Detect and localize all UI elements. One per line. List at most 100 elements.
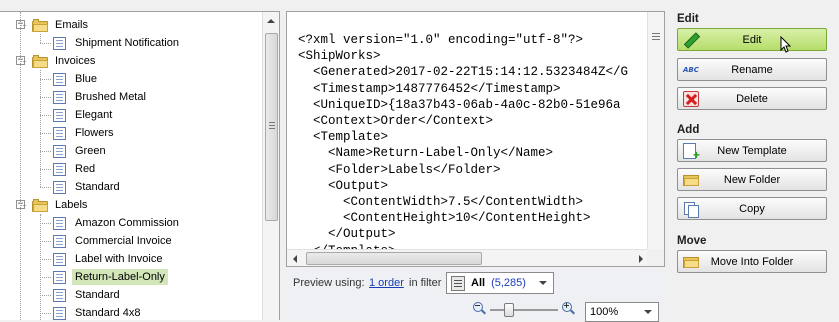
- tree-item-label: Standard: [75, 289, 120, 301]
- zoom-level-dropdown[interactable]: 100%: [585, 302, 659, 322]
- xml-line: <Template>: [298, 130, 389, 145]
- document-icon: [53, 144, 66, 158]
- document-icon: [53, 72, 66, 86]
- filter-count: (5,285): [491, 277, 526, 289]
- tree-template-item[interactable]: Blue: [40, 70, 100, 88]
- new-document-icon: [683, 143, 700, 162]
- tree-item-label: Elegant: [75, 109, 113, 121]
- document-icon: [53, 162, 66, 176]
- filter-icon: [451, 275, 465, 291]
- xml-preview-pane[interactable]: <?xml version="1.0" encoding="utf-8"?> <S…: [286, 11, 665, 267]
- filter-name: All: [471, 277, 486, 289]
- new-folder-button-label: New Folder: [723, 173, 781, 186]
- tree-template-item[interactable]: Standard: [40, 178, 123, 196]
- tree-item-label: Red: [75, 163, 96, 175]
- tree-template-item[interactable]: Standard 4x8: [40, 304, 143, 320]
- tree-item-label: Invoices: [55, 55, 96, 67]
- template-tree[interactable]: − Emails Shipment Notification − Invoices Blu…: [0, 11, 280, 320]
- copy-icon: [683, 201, 699, 218]
- tree-template-item[interactable]: Return-Label-Only: [40, 268, 168, 286]
- tree-item-label: Shipment Notification: [75, 37, 179, 49]
- folder-icon: [32, 198, 48, 212]
- zoom-level-value: 100%: [590, 306, 619, 318]
- rename-button[interactable]: ABC Rename: [677, 58, 827, 81]
- in-filter-label: in filter: [409, 277, 442, 289]
- xml-horizontal-scroll-thumb[interactable]: [306, 252, 482, 265]
- xml-line: <UniqueID>{18a37b43-06ab-4a0c-82b0-51e96…: [298, 97, 621, 112]
- document-icon: [53, 126, 66, 140]
- document-icon: [53, 108, 66, 122]
- document-icon: [53, 270, 66, 284]
- document-icon: [53, 180, 66, 194]
- delete-button[interactable]: Delete: [677, 87, 827, 110]
- tree-item-label: Blue: [75, 73, 98, 85]
- document-icon: [53, 216, 66, 230]
- xml-line: <Output>: [298, 178, 389, 193]
- order-count-link[interactable]: 1 order: [369, 277, 404, 289]
- document-icon: [53, 90, 66, 104]
- scroll-left-arrow-icon[interactable]: [287, 250, 303, 266]
- zoom-slider-track[interactable]: [490, 309, 558, 311]
- zoom-slider-thumb[interactable]: [504, 303, 514, 317]
- new-template-button[interactable]: New Template: [677, 139, 827, 162]
- tree-template-item[interactable]: Amazon Commission: [40, 214, 182, 232]
- tree-template-item[interactable]: Commercial Invoice: [40, 232, 175, 250]
- document-icon: [53, 36, 66, 50]
- tree-template-item[interactable]: Elegant: [40, 106, 115, 124]
- tree-item-label: Standard 4x8: [75, 307, 141, 319]
- tree-folder[interactable]: − Invoices: [16, 52, 98, 70]
- edit-button-label: Edit: [742, 33, 762, 46]
- tree-vertical-scrollbar[interactable]: [262, 12, 279, 320]
- mouse-pointer-icon: [780, 36, 792, 53]
- delete-button-label: Delete: [736, 92, 768, 105]
- scroll-up-arrow-icon[interactable]: [263, 12, 279, 29]
- tree-template-item[interactable]: Label with Invoice: [40, 250, 165, 268]
- rename-button-label: Rename: [731, 63, 773, 76]
- tree-item-label: Brushed Metal: [75, 91, 146, 103]
- tree-item-label: Emails: [55, 19, 89, 31]
- xml-line: <?xml version="1.0" encoding="utf-8"?>: [298, 33, 584, 47]
- preview-using-label: Preview using:: [293, 277, 365, 289]
- xml-line: <Generated>2017-02-22T15:14:12.5323484Z<…: [298, 65, 629, 80]
- folder-icon: [32, 54, 48, 68]
- tree-folder[interactable]: − Emails: [16, 16, 91, 34]
- tree-folder[interactable]: − Labels: [16, 196, 90, 214]
- move-into-folder-button[interactable]: Move Into Folder: [677, 250, 827, 273]
- zoom-out-icon[interactable]: [473, 302, 487, 316]
- document-icon: [53, 288, 66, 302]
- document-icon: [53, 234, 66, 248]
- edit-section-title: Edit: [677, 13, 699, 25]
- chevron-down-icon: [539, 281, 547, 285]
- move-section-title: Move: [677, 235, 707, 247]
- tree-item-label: Green: [75, 145, 106, 157]
- move-folder-icon: [683, 254, 699, 270]
- tree-template-item[interactable]: Flowers: [40, 124, 117, 142]
- red-x-icon: [683, 91, 699, 107]
- tree-template-item[interactable]: Brushed Metal: [40, 88, 149, 106]
- new-folder-button[interactable]: New Folder: [677, 168, 827, 191]
- xml-line: <Name>Return-Label-Only</Name>: [298, 146, 554, 161]
- tree-item-label: Label with Invoice: [75, 253, 163, 265]
- new-folder-icon: [683, 172, 699, 188]
- chevron-down-icon: [644, 310, 652, 314]
- preview-options-bar: Preview using: 1 order in filter All (5,…: [286, 269, 665, 322]
- xml-vertical-scrollbar[interactable]: [647, 12, 664, 251]
- copy-button[interactable]: Copy: [677, 197, 827, 220]
- xml-scroll-grip-icon[interactable]: [648, 30, 664, 42]
- xml-line: </Output>: [298, 227, 396, 242]
- tree-scroll-thumb[interactable]: [265, 33, 278, 221]
- tree-template-item[interactable]: Red: [40, 160, 98, 178]
- xml-line: <Context>Order</Context>: [298, 114, 494, 129]
- filter-dropdown[interactable]: All (5,285): [446, 272, 554, 294]
- xml-horizontal-scrollbar[interactable]: [287, 249, 649, 266]
- tree-template-item[interactable]: Standard: [40, 286, 123, 304]
- edit-button[interactable]: Edit: [677, 28, 827, 51]
- zoom-in-icon[interactable]: [562, 302, 576, 316]
- tree-template-item[interactable]: Shipment Notification: [40, 34, 182, 52]
- document-icon: [53, 252, 66, 266]
- tree-template-item[interactable]: Green: [40, 142, 109, 160]
- xml-line: <ShipWorks>: [298, 49, 381, 64]
- xml-line: <ContentWidth>7.5</ContentWidth>: [298, 195, 584, 210]
- tree-item-label: Amazon Commission: [75, 217, 179, 229]
- new-template-button-label: New Template: [717, 144, 787, 157]
